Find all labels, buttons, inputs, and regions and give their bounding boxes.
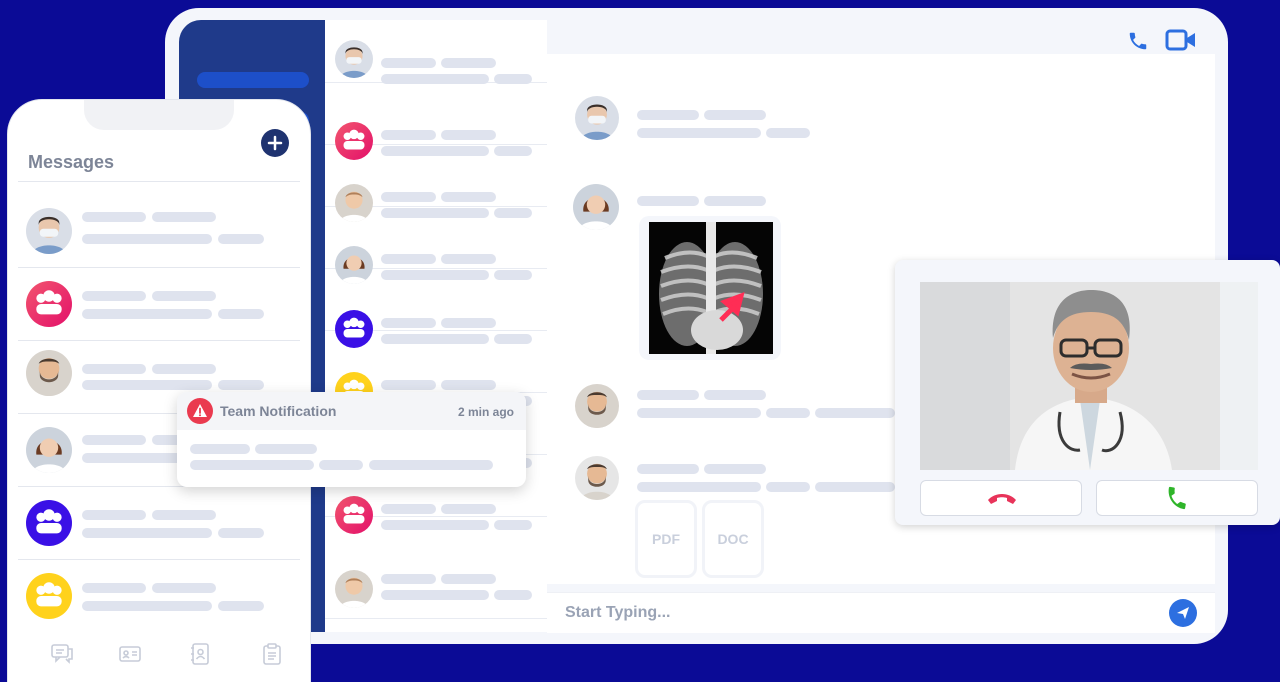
list-item[interactable] xyxy=(325,20,547,84)
contacts-icon[interactable] xyxy=(188,642,212,666)
video-call-card xyxy=(895,260,1280,525)
list-item[interactable] xyxy=(325,330,547,410)
message-input[interactable]: Start Typing... xyxy=(565,604,670,622)
list-item[interactable] xyxy=(325,144,547,222)
group-avatar xyxy=(26,281,72,327)
list-item[interactable] xyxy=(18,194,300,268)
bottom-nav xyxy=(8,632,310,682)
doc-attachment[interactable]: DOC xyxy=(702,500,764,578)
chat-icon[interactable] xyxy=(50,642,74,666)
phone-icon xyxy=(1168,486,1186,510)
doctor-mask-avatar xyxy=(575,96,619,140)
list-item[interactable] xyxy=(325,206,547,284)
woman-avatar xyxy=(573,184,619,230)
message-input-bar[interactable]: Start Typing... xyxy=(547,592,1215,633)
video-feed xyxy=(920,282,1258,470)
list-item[interactable] xyxy=(18,486,300,560)
list-item[interactable] xyxy=(325,268,547,348)
video-call-icon[interactable] xyxy=(1165,28,1197,52)
list-item[interactable] xyxy=(325,82,547,160)
add-conversation-button[interactable] xyxy=(261,129,289,157)
sidebar-item-active[interactable] xyxy=(197,72,309,88)
group-avatar xyxy=(26,573,72,619)
list-item[interactable] xyxy=(18,267,300,341)
list-item[interactable] xyxy=(325,516,547,619)
bearded-man-avatar xyxy=(575,384,619,428)
doctor-mask-avatar xyxy=(335,40,373,78)
bearded-man-avatar xyxy=(575,456,619,500)
warning-icon xyxy=(187,398,213,424)
phone-notch xyxy=(84,100,234,130)
page-title: Messages xyxy=(28,152,115,172)
notification-time: 2 min ago xyxy=(457,405,514,419)
team-notification[interactable]: Team Notification 2 min ago xyxy=(177,392,526,487)
clipboard-icon[interactable] xyxy=(260,642,284,666)
man-avatar xyxy=(335,570,373,608)
xray-image[interactable] xyxy=(649,222,773,354)
list-item[interactable] xyxy=(18,559,300,633)
end-call-button[interactable] xyxy=(920,480,1082,516)
doctor-mask-avatar xyxy=(26,208,72,254)
notification-title: Team Notification xyxy=(220,403,337,419)
phone-call-icon[interactable] xyxy=(1127,30,1149,52)
phone-app: Messages xyxy=(8,100,310,682)
send-icon[interactable] xyxy=(1169,599,1197,627)
id-card-icon[interactable] xyxy=(118,642,142,666)
accept-call-button[interactable] xyxy=(1096,480,1258,516)
pdf-attachment[interactable]: PDF xyxy=(635,500,697,578)
conversation-list xyxy=(325,20,547,632)
group-avatar xyxy=(26,500,72,546)
woman-avatar xyxy=(26,427,72,473)
image-message[interactable] xyxy=(639,216,781,360)
hang-up-icon xyxy=(988,494,1016,504)
notification-header: Team Notification 2 min ago xyxy=(177,392,526,430)
bearded-man-avatar xyxy=(26,350,72,396)
